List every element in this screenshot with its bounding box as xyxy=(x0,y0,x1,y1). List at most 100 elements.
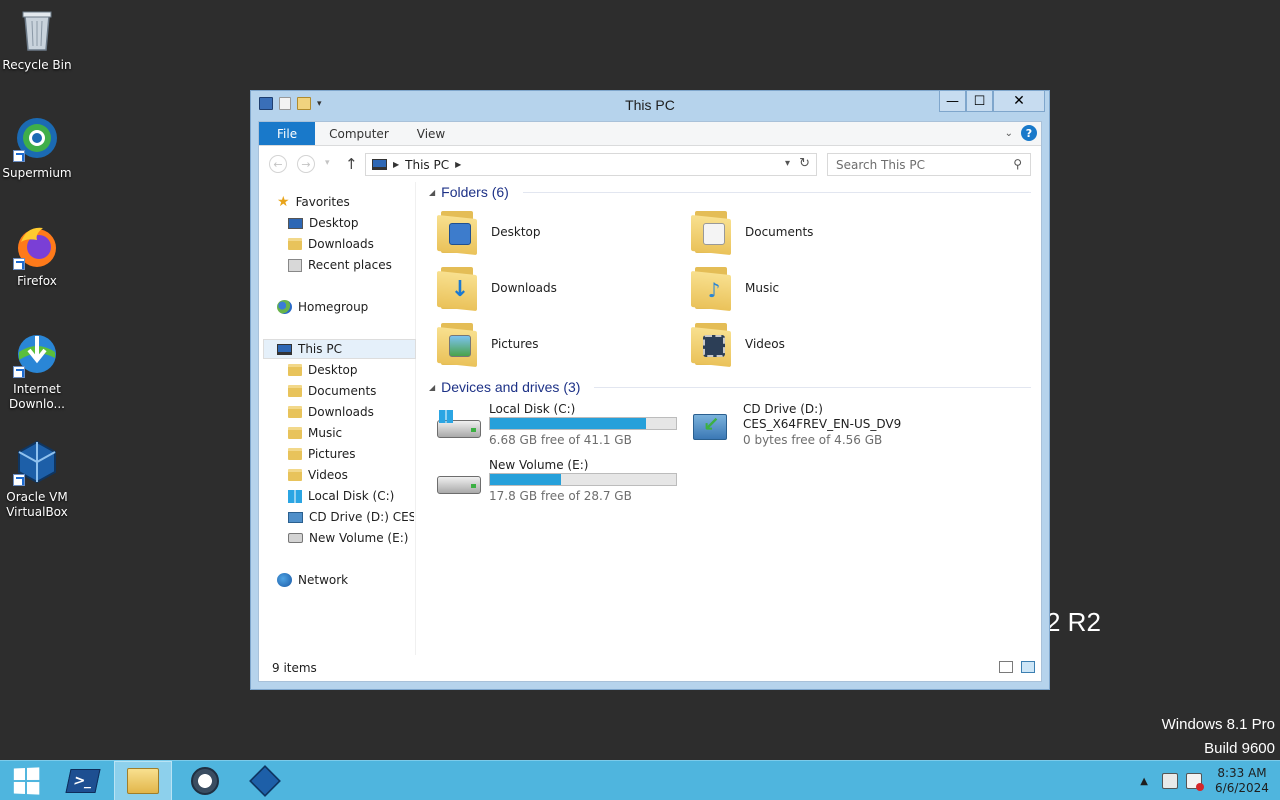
nav-fav-downloads[interactable]: Downloads xyxy=(288,234,374,254)
address-dropdown-icon[interactable]: ▾ xyxy=(785,158,790,169)
forward-button[interactable]: → xyxy=(297,155,315,173)
firefox-icon xyxy=(13,222,61,270)
desktop-icon-supermium[interactable]: Supermium xyxy=(2,114,72,181)
taskbar-powershell[interactable]: >_ xyxy=(54,761,112,800)
drive-tile-new-volume-e[interactable]: New Volume (E:) 17.8 GB free of 28.7 GB xyxy=(437,458,697,510)
nav-pc-cd-drive-d[interactable]: CD Drive (D:) CES_X64FREV_EN-US_DV9 xyxy=(288,507,414,527)
large-icons-view-icon[interactable] xyxy=(1021,661,1035,673)
hard-drive-icon xyxy=(288,533,303,543)
nav-network[interactable]: Network xyxy=(277,570,348,590)
back-button[interactable]: ← xyxy=(269,155,287,173)
taskbar-virtualbox[interactable] xyxy=(236,761,294,800)
details-view-icon[interactable] xyxy=(999,661,1013,673)
search-icon[interactable]: ⚲ xyxy=(1013,157,1022,171)
desktop-icon-firefox[interactable]: Firefox xyxy=(2,222,72,289)
nav-pc-music[interactable]: Music xyxy=(288,423,342,443)
nav-pc-documents[interactable]: Documents xyxy=(288,381,376,401)
collapse-caret-icon[interactable]: ◢ xyxy=(429,188,435,197)
folder-tile-documents[interactable]: Documents xyxy=(691,206,931,258)
folder-tile-videos[interactable]: Videos xyxy=(691,318,931,370)
drive-tile-local-disk-c[interactable]: Local Disk (C:) 6.68 GB free of 41.1 GB xyxy=(437,402,697,454)
desktop-icon-internet-download-manager[interactable]: Internet Downlo... xyxy=(2,330,72,412)
hard-drive-icon xyxy=(437,466,483,496)
desktop-icon-virtualbox[interactable]: Oracle VM VirtualBox xyxy=(2,438,72,520)
local-disk-icon xyxy=(437,410,483,440)
windows-server-watermark-fragment: 2 R2 xyxy=(1046,607,1101,637)
this-pc-icon xyxy=(372,159,387,170)
window-title: This PC xyxy=(625,97,675,113)
folder-tile-desktop[interactable]: Desktop xyxy=(437,206,677,258)
file-explorer-icon xyxy=(127,768,159,794)
desktop-icon-label: Oracle VM VirtualBox xyxy=(6,490,68,519)
help-icon[interactable]: ? xyxy=(1021,125,1037,141)
idm-icon xyxy=(13,330,61,378)
refresh-icon[interactable]: ↻ xyxy=(799,156,810,171)
nav-pc-downloads[interactable]: Downloads xyxy=(288,402,374,422)
drive-name: Local Disk (C:) xyxy=(489,402,576,416)
collapse-caret-icon[interactable]: ◢ xyxy=(429,383,435,392)
folder-tile-downloads[interactable]: ↓ Downloads xyxy=(437,262,677,314)
nav-fav-desktop[interactable]: Desktop xyxy=(288,213,359,233)
breadcrumb-chevron-icon[interactable]: ▶ xyxy=(393,160,399,169)
tab-view[interactable]: View xyxy=(403,122,459,145)
tab-file[interactable]: File xyxy=(259,122,316,145)
up-button[interactable]: ↑ xyxy=(345,155,358,173)
taskbar-clock[interactable]: 8:33 AM 6/6/2024 xyxy=(1210,766,1274,796)
folder-tile-music[interactable]: ♪ Music xyxy=(691,262,931,314)
tab-computer[interactable]: Computer xyxy=(315,122,403,145)
desktop-icon-label: Recycle Bin xyxy=(2,58,72,72)
breadcrumb-chevron-icon[interactable]: ▶ xyxy=(455,160,461,169)
drive-usage-bar xyxy=(489,473,677,486)
volume-muted-icon[interactable] xyxy=(1186,773,1204,791)
search-input[interactable]: Search This PC ⚲ xyxy=(827,153,1031,176)
network-tray-icon[interactable] xyxy=(1162,773,1178,789)
nav-homegroup[interactable]: Homegroup xyxy=(277,297,368,317)
explorer-client-area: File Computer View ⌄ ? ← → ▾ ↑ ▶ This PC… xyxy=(258,121,1042,682)
show-hidden-icons-icon[interactable]: ▲ xyxy=(1140,776,1148,787)
start-button[interactable] xyxy=(0,761,52,800)
maximize-button[interactable]: ☐ xyxy=(966,91,993,112)
shortcut-arrow-icon xyxy=(13,258,25,270)
recent-locations-icon[interactable]: ▾ xyxy=(325,158,330,168)
ribbon-tabs: File Computer View ⌄ ? xyxy=(259,122,1041,146)
homegroup-icon xyxy=(277,300,292,314)
shortcut-arrow-icon xyxy=(13,474,25,486)
taskbar-file-explorer[interactable] xyxy=(114,761,172,800)
breadcrumb-this-pc[interactable]: This PC xyxy=(405,158,449,172)
downloads-folder-icon xyxy=(288,238,302,250)
expand-ribbon-icon[interactable]: ⌄ xyxy=(1005,128,1013,139)
nav-pc-videos[interactable]: Videos xyxy=(288,465,348,485)
shortcut-arrow-icon xyxy=(13,150,25,162)
minimize-button[interactable]: — xyxy=(939,91,966,112)
close-button[interactable]: ✕ xyxy=(993,91,1045,112)
drive-volume-label: CES_X64FREV_EN-US_DV9 xyxy=(743,417,902,431)
address-row: ← → ▾ ↑ ▶ This PC ▶ ▾ ↻ Search This PC ⚲ xyxy=(259,146,1041,182)
system-tray: ▲ 8:33 AM 6/6/2024 xyxy=(1140,761,1280,800)
nav-pc-new-volume-e[interactable]: New Volume (E:) xyxy=(288,528,408,548)
desktop-icon-recycle-bin[interactable]: Recycle Bin xyxy=(2,6,72,73)
music-folder-icon: ♪ xyxy=(691,265,733,312)
title-bar[interactable]: ▾ This PC — ☐ ✕ xyxy=(251,91,1049,119)
drive-usage-bar xyxy=(489,417,677,430)
clock-date: 6/6/2024 xyxy=(1215,781,1269,795)
nav-pc-local-disk-c[interactable]: Local Disk (C:) xyxy=(288,486,394,506)
windows-build-watermark: Build 9600 xyxy=(1204,740,1275,757)
network-icon xyxy=(277,573,292,587)
desktop-icon-label: Firefox xyxy=(17,274,57,288)
windows-logo-icon xyxy=(13,767,40,795)
folders-group-header[interactable]: ◢ Folders (6) xyxy=(429,182,1031,202)
nav-pc-desktop[interactable]: Desktop xyxy=(288,360,358,380)
nav-this-pc[interactable]: This PC xyxy=(263,339,416,359)
nav-fav-recent-places[interactable]: Recent places xyxy=(288,255,392,275)
nav-pc-pictures[interactable]: Pictures xyxy=(288,444,356,464)
taskbar-clock-app[interactable] xyxy=(176,761,234,800)
address-bar[interactable]: ▶ This PC ▶ ▾ ↻ xyxy=(365,153,817,176)
desktop-icon-label: Internet Downlo... xyxy=(9,382,65,411)
drives-group-header[interactable]: ◢ Devices and drives (3) xyxy=(429,377,1031,397)
folder-tile-pictures[interactable]: Pictures xyxy=(437,318,677,370)
content-pane: ◢ Folders (6) Desktop Documents ↓ Downlo… xyxy=(421,182,1041,655)
nav-favorites[interactable]: ★ Favorites xyxy=(277,192,350,212)
drive-tile-cd-drive-d[interactable]: ↙ CD Drive (D:) CES_X64FREV_EN-US_DV9 0 … xyxy=(691,402,951,454)
status-bar: 9 items xyxy=(259,655,1041,681)
desktop-folder-icon xyxy=(288,364,302,376)
